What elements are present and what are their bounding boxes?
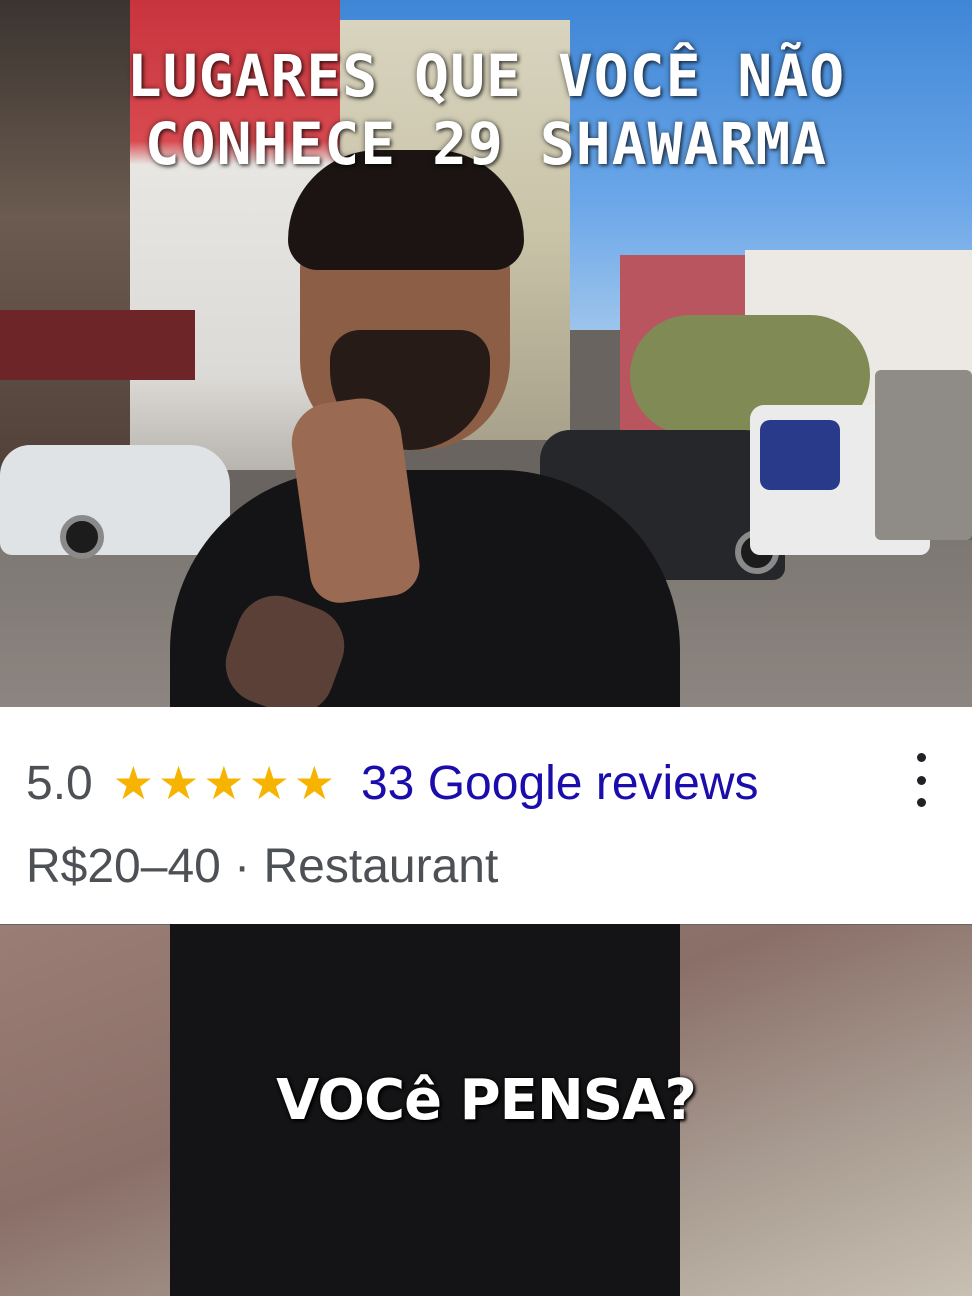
more-options-icon[interactable] — [906, 753, 936, 807]
rating-row: 5.0 ★ ★ ★ ★ ★ 33 Google reviews — [26, 753, 759, 813]
dot — [916, 798, 926, 807]
truck — [875, 370, 972, 540]
overlay-title: LUGARES QUE VOCÊ NÃO CONHECE 29 SHAWARMA — [0, 42, 972, 178]
google-place-card: 5.0 ★ ★ ★ ★ ★ 33 Google reviews R$20–40 … — [0, 707, 972, 924]
van-graphic — [760, 420, 840, 490]
title-line-1: LUGARES QUE VOCÊ NÃO — [126, 42, 846, 110]
subtitle-caption: VOCê PENSA? — [276, 1068, 697, 1133]
star-rating: ★ ★ ★ ★ ★ — [113, 760, 339, 806]
star-icon: ★ — [112, 757, 154, 809]
title-line-2: CONHECE 29 SHAWARMA — [144, 110, 828, 178]
dot — [916, 753, 926, 762]
star-icon: ★ — [293, 757, 335, 809]
awning — [0, 310, 195, 380]
google-reviews-link[interactable]: 33 Google reviews — [361, 756, 759, 811]
star-icon: ★ — [248, 757, 290, 809]
dot — [916, 775, 926, 785]
white-suv — [0, 445, 230, 555]
wheel — [60, 515, 104, 559]
rating-value: 5.0 — [26, 756, 93, 810]
star-icon: ★ — [203, 757, 245, 809]
star-icon: ★ — [157, 757, 200, 809]
price-category: R$20–40 · Restaurant — [26, 840, 499, 893]
